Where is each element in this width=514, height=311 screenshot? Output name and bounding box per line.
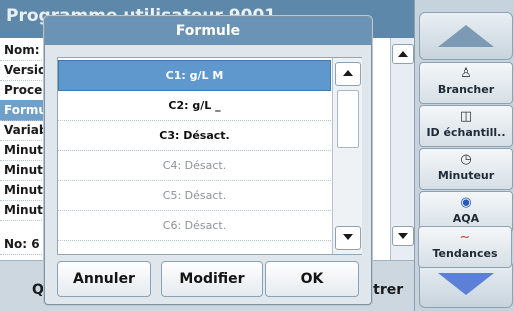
background-scroll-down-button[interactable]	[392, 226, 414, 246]
formula-item-selected[interactable]: C1: g/L M	[58, 60, 331, 91]
sample-bottle-icon: ◫	[459, 109, 473, 124]
formula-list: C1: g/L M C2: g/L _ C3: Désact. C4: Désa…	[57, 57, 362, 255]
timer-icon: ◷	[460, 152, 472, 167]
page-up-button[interactable]	[419, 12, 513, 60]
quality-assurance-icon: ◉	[460, 195, 472, 210]
sidebar-button-label: Minuteur	[437, 169, 495, 182]
arrow-down-icon	[438, 273, 494, 295]
background-scroll-up-button[interactable]	[392, 44, 414, 64]
brancher-button[interactable]: ♙ Brancher	[419, 62, 513, 104]
list-scroll-down-button[interactable]	[335, 226, 361, 250]
sidebar-button-label: Brancher	[437, 83, 495, 96]
sidebar-button-label: ID échantill..	[426, 126, 506, 139]
formula-item[interactable]: C3: Désact.	[58, 121, 331, 151]
sidebar-button-label: Tendances	[432, 247, 498, 260]
sidebar-button-label: AQA	[452, 212, 480, 225]
trend-chart-icon: ∼	[459, 230, 471, 245]
arrow-down-icon	[398, 233, 408, 239]
arrow-down-icon	[343, 234, 353, 240]
formula-item[interactable]: C4: Désact.	[58, 151, 331, 181]
sample-id-button[interactable]: ◫ ID échantill..	[419, 105, 513, 147]
modify-button[interactable]: Modifier	[161, 261, 263, 297]
arrow-up-icon	[398, 51, 408, 57]
formula-dialog: Formule C1: g/L M C2: g/L _ C3: Désact. …	[44, 16, 372, 305]
formula-item[interactable]: C5: Désact.	[58, 181, 331, 211]
timer-button[interactable]: ◷ Minuteur	[419, 148, 513, 190]
list-scroll-up-button[interactable]	[335, 62, 361, 86]
person-plug-icon: ♙	[460, 66, 472, 81]
cancel-button[interactable]: Annuler	[57, 261, 151, 297]
trends-button[interactable]: ∼ Tendances	[418, 226, 512, 268]
arrow-up-icon	[438, 25, 494, 47]
dialog-title: Formule	[45, 17, 371, 45]
list-scroll-thumb[interactable]	[337, 90, 359, 148]
screen: Programme utilisateur 9001 Nom: P Versio…	[0, 0, 514, 311]
formula-item[interactable]: C2: g/L _	[58, 91, 331, 121]
formula-list-scrollbar[interactable]	[332, 58, 362, 254]
formula-item[interactable]: C6: Désact.	[58, 211, 331, 241]
arrow-up-icon	[343, 70, 353, 76]
ok-button[interactable]: OK	[265, 261, 359, 297]
